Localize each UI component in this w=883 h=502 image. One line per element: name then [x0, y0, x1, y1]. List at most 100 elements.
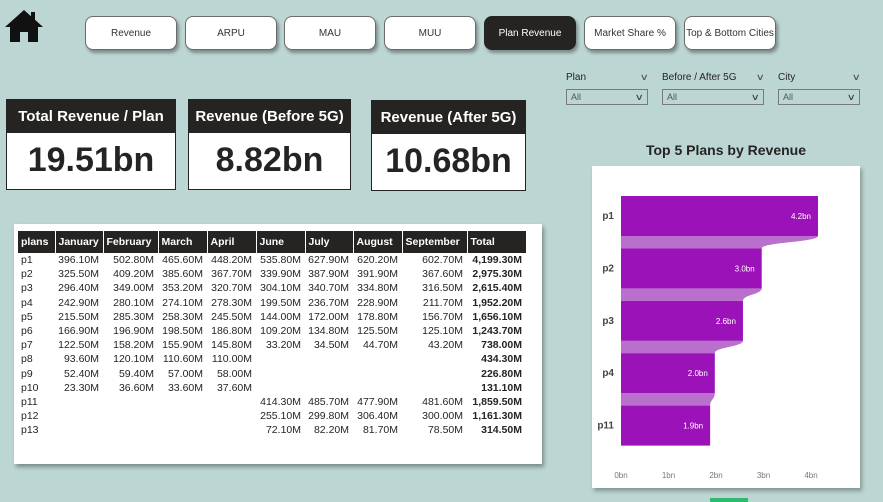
table-row[interactable]: p8 93.60M 120.10M 110.60M 110.00M 434.30M [18, 352, 526, 366]
table-cell-value: 245.50M [211, 310, 252, 323]
table-cell-value [103, 409, 158, 423]
table-row[interactable]: p3 296.40M 349.00M 353.20M 320.70M 304.10M 340… [18, 281, 526, 295]
city-filter-dropdown[interactable]: All ∨ [778, 89, 860, 105]
chevron-down-icon: ∨ [635, 91, 645, 102]
column-header-january[interactable]: January [55, 231, 104, 253]
table-cell-value [55, 395, 103, 409]
chevron-down-icon: ∨ [640, 71, 650, 82]
table-cell-value: 186.80M [211, 325, 252, 338]
table-row[interactable]: p13 72.10M 82.20M 81.70M 78.50M 314.50M [18, 423, 526, 437]
table-cell-plan: p11 [21, 395, 38, 408]
table-cell-value: 211.70M [422, 296, 463, 309]
table-row[interactable]: p2 325.50M 409.20M 385.60M 367.70M 339.90M 387… [18, 267, 526, 281]
chart-category-label: p4 [602, 368, 614, 379]
table-cell-value: 300.00M [422, 410, 463, 423]
column-header-february[interactable]: February [103, 231, 159, 253]
column-header-august[interactable]: August [353, 231, 403, 253]
city-filter-value: All [783, 92, 794, 102]
table-row[interactable]: p12 255.10M 299.80M 306.40M 300.00M 1,161.30M [18, 409, 526, 423]
chart-category-label: p1 [602, 211, 614, 222]
table-cell-value: 242.90M [58, 296, 99, 309]
table-cell-value: 325.50M [58, 268, 99, 281]
table-cell-value: 110.00M [211, 353, 252, 366]
table-row[interactable]: p10 23.30M 36.60M 33.60M 37.60M 131.10M [18, 381, 526, 395]
column-header-total[interactable]: Total [467, 231, 527, 253]
column-header-june[interactable]: June [256, 231, 306, 253]
table-cell-value [353, 367, 402, 381]
chart-bar-p1[interactable] [621, 196, 818, 236]
table-cell-value: 385.60M [162, 268, 203, 281]
chart-x-tick-label: 4bn [804, 471, 817, 480]
table-cell-value: 196.90M [113, 325, 154, 338]
table-row[interactable]: p9 52.40M 59.40M 57.00M 58.00M 226.80M [18, 367, 526, 381]
column-header-september[interactable]: September [402, 231, 468, 253]
table-cell-value [55, 409, 103, 423]
table-cell-value: 306.40M [357, 410, 398, 423]
table-row[interactable]: p7 122.50M 158.20M 155.90M 145.80M 33.20M 34.5… [18, 338, 526, 352]
table-row[interactable]: p4 242.90M 280.10M 274.10M 278.30M 199.50M 236… [18, 296, 526, 310]
table-cell-value: 367.60M [422, 268, 463, 281]
table-cell-value: 44.70M [362, 339, 398, 352]
table-cell-value: 339.90M [260, 268, 301, 281]
table-row[interactable]: p1 396.10M 502.80M 465.60M 448.20M 535.80M 627… [18, 253, 526, 267]
before-after-5g-filter-dropdown[interactable]: All ∨ [662, 89, 764, 105]
city-filter-label: City [778, 71, 796, 83]
nav-button-top-bottom-cities[interactable]: Top & Bottom Cities [684, 16, 776, 50]
nav-button-plan-revenue[interactable]: Plan Revenue [484, 16, 576, 50]
table-cell-value [158, 409, 207, 423]
column-header-april[interactable]: April [207, 231, 257, 253]
home-icon[interactable] [4, 8, 44, 44]
table-cell-plan: p6 [21, 325, 33, 338]
table-cell-value: 122.50M [58, 339, 99, 352]
table-cell-value: 299.80M [308, 410, 349, 423]
card-title: Revenue (After 5G) [372, 101, 525, 134]
table-cell-value [207, 395, 256, 409]
nav-button-muu[interactable]: MUU [384, 16, 476, 50]
nav-button-revenue[interactable]: Revenue [85, 16, 177, 50]
table-cell-value: 198.50M [162, 325, 203, 338]
table-cell-total: 2,615.40M [472, 282, 522, 295]
column-header-july[interactable]: July [305, 231, 354, 253]
chart-x-tick-label: 2bn [709, 471, 722, 480]
table-cell-value [402, 352, 467, 366]
table-row[interactable]: p5 215.50M 285.30M 258.30M 245.50M 144.00M 172… [18, 310, 526, 324]
city-filter-header[interactable]: City ∨ [778, 70, 861, 84]
plan-filter-header[interactable]: Plan ∨ [566, 70, 650, 84]
nav-button-market-share[interactable]: Market Share % [584, 16, 676, 50]
column-header-plans[interactable]: plans [18, 231, 56, 253]
table-cell-value: 57.00M [167, 367, 203, 380]
table-cell-plan: p12 [21, 410, 39, 423]
table-cell-value: 340.70M [308, 282, 349, 295]
table-cell-value: 158.20M [113, 339, 154, 352]
plan-filter-dropdown[interactable]: All ∨ [566, 89, 648, 105]
plan-filter: Plan ∨ All ∨ [566, 70, 650, 105]
table-cell-value: 602.70M [422, 254, 463, 267]
nav-button-mau[interactable]: MAU [284, 16, 376, 50]
table-cell-value: 37.60M [216, 381, 252, 394]
table-cell-total: 4,199.30M [472, 254, 522, 267]
column-header-march[interactable]: March [158, 231, 208, 253]
chevron-down-icon: ∨ [847, 91, 857, 102]
nav-button-arpu[interactable]: ARPU [185, 16, 277, 50]
table-row[interactable]: p11 414.30M 485.70M 477.90M 481.60M 1,859.50M [18, 395, 526, 409]
top-plans-bar-chart: 4.2bn p1 3.0bn p2 2.6bn p3 2.0bn p4 1.9bn p11 0bn 1… [597, 196, 818, 480]
table-cell-total: 1,952.20M [472, 296, 522, 309]
chart-ribbon [621, 340, 743, 354]
table-body: p1 396.10M 502.80M 465.60M 448.20M 535.80M 627… [18, 253, 526, 437]
table-cell-value [353, 381, 402, 395]
table-cell-value: 477.90M [357, 395, 398, 408]
before-after-5g-filter-header[interactable]: Before / After 5G ∨ [662, 70, 765, 84]
chart-data-label: 2.0bn [688, 369, 708, 378]
table-cell-value: 43.20M [427, 339, 463, 352]
table-cell-value [402, 367, 467, 381]
table-cell-value: 109.20M [260, 325, 301, 338]
table-row[interactable]: p6 166.90M 196.90M 198.50M 186.80M 109.20M 134… [18, 324, 526, 338]
table-cell-total: 226.80M [481, 367, 522, 380]
table-cell-value: 125.10M [422, 325, 463, 338]
table-cell-total: 1,243.70M [472, 325, 522, 338]
chart-ribbon [621, 393, 715, 406]
table-cell-value: 304.10M [260, 282, 301, 295]
table-cell-value: 125.50M [357, 325, 398, 338]
table-cell-value: 59.40M [118, 367, 154, 380]
card-title: Revenue (Before 5G) [189, 100, 350, 133]
